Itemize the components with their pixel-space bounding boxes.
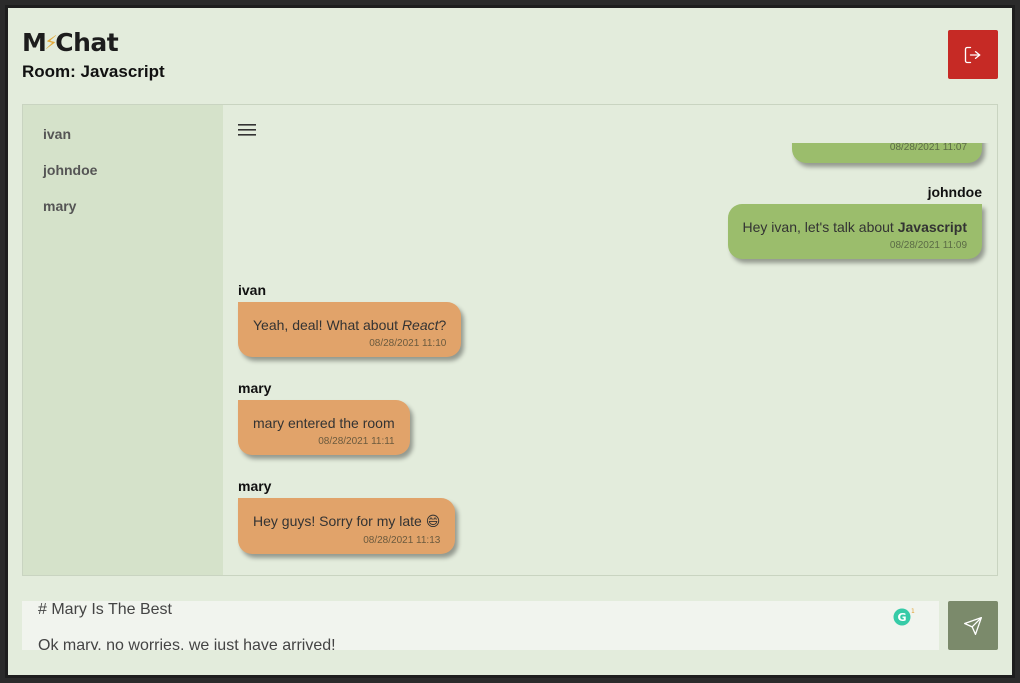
message-text: Hey ivan, let's talk about Javascript: [742, 219, 967, 235]
message-time: 08/28/2021 11:11: [318, 436, 395, 447]
message-time: 08/28/2021 11:10: [369, 338, 447, 349]
message-bubble: 08/28/2021 11:07: [792, 143, 982, 163]
room-title: Room: Javascript: [22, 62, 165, 81]
message-bubble: mary entered the room 08/28/2021 11:11: [238, 400, 410, 455]
message-sender: ivan: [238, 282, 267, 298]
sidebar-user-johndoe[interactable]: johndoe: [43, 162, 97, 178]
logo-text-chat: Chat: [55, 28, 119, 57]
message-input[interactable]: # Mary Is The Best Ok mary, no worries, …: [22, 601, 939, 650]
chat-panel: ivan johndoe mary 08/28/2021 11:07 johnd…: [22, 104, 998, 576]
message-bubble: Yeah, deal! What about React? 08/28/2021…: [238, 302, 462, 357]
mchat-logo: M ⚡ Chat: [22, 28, 119, 57]
send-button[interactable]: [948, 601, 998, 650]
hamburger-menu-icon[interactable]: [238, 123, 256, 137]
users-sidebar: ivan johndoe mary: [23, 105, 223, 575]
message-time: 08/28/2021 11:07: [889, 143, 967, 153]
message-text: Yeah, deal! What about React?: [253, 317, 447, 333]
logout-icon: [964, 46, 981, 63]
messages-list[interactable]: 08/28/2021 11:07 johndoe Hey ivan, let's…: [223, 143, 997, 575]
message-bubble: Hey guys! Sorry for my late 😄 08/28/2021…: [238, 498, 456, 554]
message-input-line: Ok mary, no worries, we just have arrive…: [38, 637, 336, 650]
message-text: mary entered the room: [253, 415, 395, 431]
grammarly-count: 1: [911, 608, 915, 615]
chat-app-window: M ⚡ Chat Room: Javascript ivan johndoe mar…: [5, 5, 1015, 678]
send-icon: [964, 616, 982, 635]
message-time: 08/28/2021 11:09: [889, 240, 967, 251]
message-bubble: Hey ivan, let's talk about Javascript 08…: [727, 204, 982, 259]
chat-area: 08/28/2021 11:07 johndoe Hey ivan, let's…: [223, 105, 997, 575]
svg-text:G: G: [897, 611, 906, 624]
message-sender: johndoe: [927, 184, 982, 200]
grammarly-icon[interactable]: G 1: [890, 606, 916, 626]
message-sender: mary: [238, 380, 272, 396]
message-input-line: # Mary Is The Best: [38, 601, 172, 618]
message-time: 08/28/2021 11:13: [363, 535, 441, 546]
sidebar-user-ivan[interactable]: ivan: [43, 126, 71, 142]
sidebar-user-mary[interactable]: mary: [43, 198, 76, 214]
logout-button[interactable]: [948, 30, 998, 79]
message-text: Hey guys! Sorry for my late 😄: [253, 513, 441, 529]
logo-text-m: M: [22, 28, 47, 57]
message-sender: mary: [238, 478, 272, 494]
